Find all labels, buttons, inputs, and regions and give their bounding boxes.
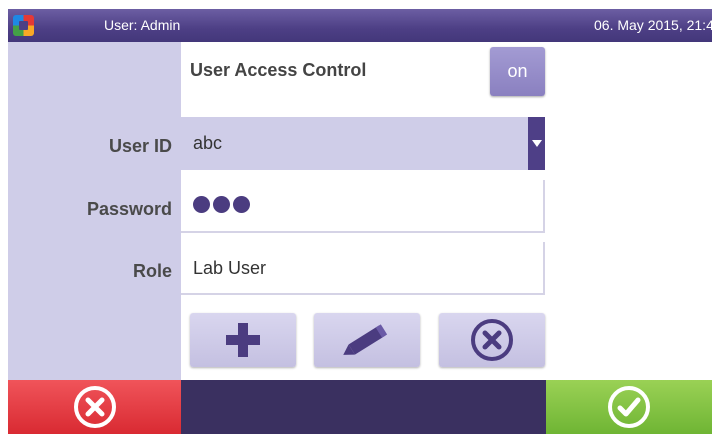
- password-dot: [213, 196, 230, 213]
- circle-x-icon: [471, 319, 513, 361]
- title-bar: User: Admin 06. May 2015, 21:41: [8, 9, 712, 42]
- add-user-button[interactable]: [190, 313, 296, 367]
- role-label: Role: [132, 261, 172, 281]
- password-dot: [233, 196, 250, 213]
- confirm-button[interactable]: [546, 380, 712, 434]
- cancel-button[interactable]: [8, 380, 181, 434]
- dropdown-arrow-icon[interactable]: [528, 117, 545, 170]
- app-logo-icon: [13, 15, 34, 36]
- password-mask: [193, 196, 250, 213]
- role-field[interactable]: Lab User: [181, 242, 545, 295]
- datetime-display: 06. May 2015, 21:41: [594, 17, 712, 33]
- user-id-select[interactable]: abc: [181, 117, 545, 170]
- pencil-icon: [343, 324, 388, 355]
- current-user-label: User: Admin: [104, 17, 181, 33]
- password-dot: [193, 196, 210, 213]
- password-label: Password: [86, 199, 172, 219]
- circle-check-icon: [608, 386, 650, 428]
- password-field[interactable]: [181, 180, 545, 233]
- plus-icon: [226, 323, 260, 357]
- edit-user-button[interactable]: [314, 313, 420, 367]
- user-id-value: abc: [193, 133, 223, 153]
- user-id-label: User ID: [108, 136, 172, 156]
- access-control-toggle[interactable]: on: [490, 47, 545, 96]
- role-value: Lab User: [193, 258, 267, 278]
- section-title: User Access Control: [190, 60, 367, 80]
- delete-user-button[interactable]: [439, 313, 545, 367]
- circle-x-icon: [73, 386, 116, 428]
